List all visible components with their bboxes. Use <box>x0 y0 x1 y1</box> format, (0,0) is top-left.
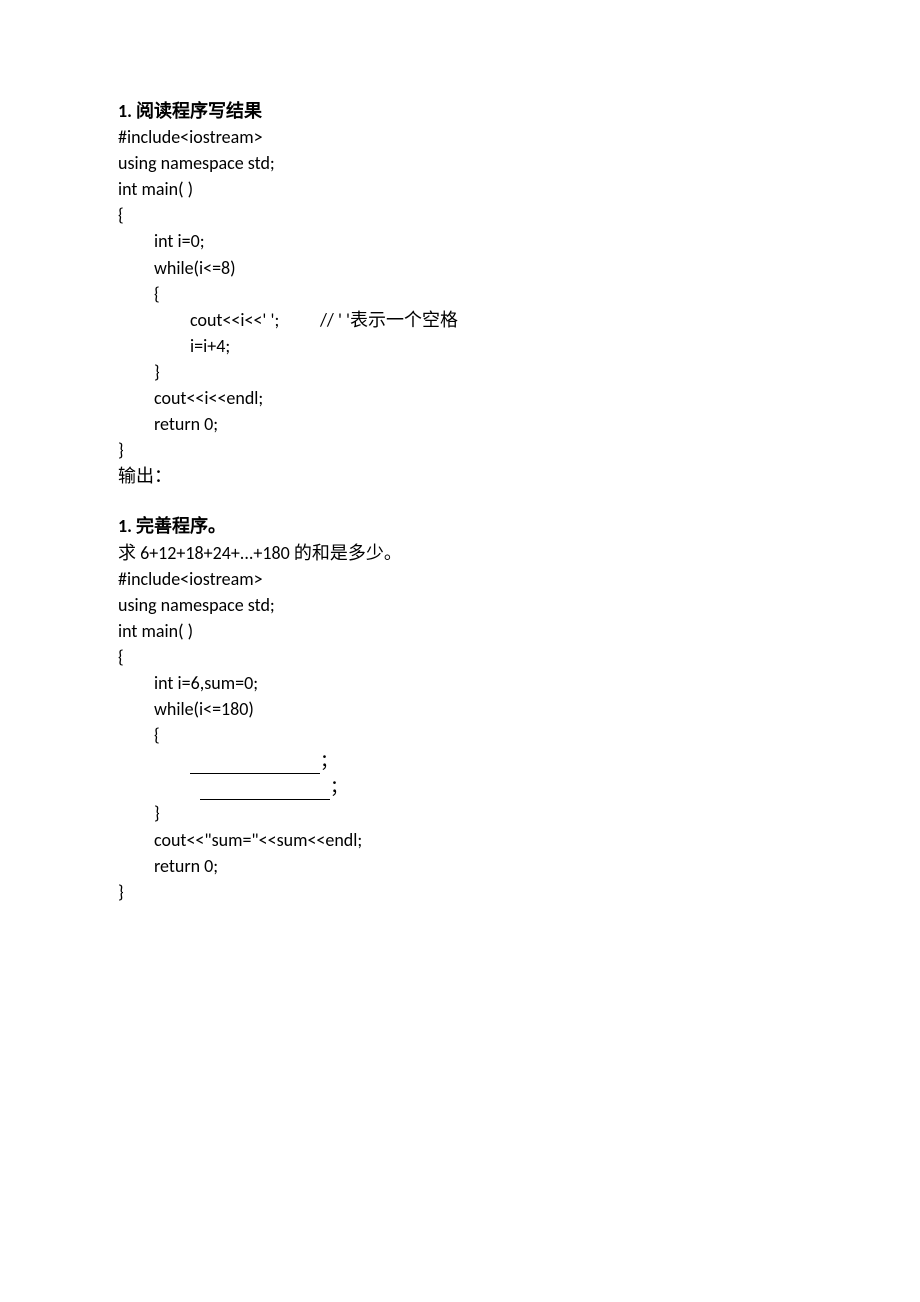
blank-suffix: ； <box>330 774 348 800</box>
code-line: while(i<=8) <box>118 255 802 281</box>
code-line: int main( ) <box>118 176 802 202</box>
code-line: } <box>118 437 802 463</box>
code-line: } <box>118 879 802 905</box>
section1-title: 1. 阅读程序写结果 <box>118 98 802 124</box>
code-line: { <box>118 722 802 748</box>
code-line: i=i+4; <box>118 333 802 359</box>
section2-title: 1. 完善程序。 <box>118 513 802 539</box>
section2-desc: 求 6+12+18+24+...+180 的和是多少。 <box>118 540 802 566</box>
code-line: { <box>118 281 802 307</box>
fill-in-blank-row: ； <box>118 774 802 800</box>
code-line: using namespace std; <box>118 150 802 176</box>
code-line: int i=0; <box>118 228 802 254</box>
code-line: using namespace std; <box>118 592 802 618</box>
code-line: cout<<i<<endl; <box>118 385 802 411</box>
blank-underline <box>190 756 320 774</box>
code-line: #include<iostream> <box>118 566 802 592</box>
code-line: int i=6,sum=0; <box>118 670 802 696</box>
code-comment: // ' '表示一个空格 <box>320 309 458 331</box>
code-line: return 0; <box>118 411 802 437</box>
code-line: int main( ) <box>118 618 802 644</box>
blank-suffix: ； <box>320 748 338 774</box>
code-line: #include<iostream> <box>118 124 802 150</box>
blank-underline <box>200 782 330 800</box>
code-line: { <box>118 644 802 670</box>
code-text: cout<<i<<' '; <box>190 309 279 331</box>
code-line: } <box>118 800 802 826</box>
code-line: { <box>118 202 802 228</box>
code-line: cout<<i<<' '; // ' '表示一个空格 <box>118 307 802 333</box>
code-line: } <box>118 359 802 385</box>
code-line: while(i<=180) <box>118 696 802 722</box>
fill-in-blank-row: ； <box>118 748 802 774</box>
code-line: return 0; <box>118 853 802 879</box>
output-label: 输出： <box>118 463 802 489</box>
code-line: cout<<"sum="<<sum<<endl; <box>118 827 802 853</box>
